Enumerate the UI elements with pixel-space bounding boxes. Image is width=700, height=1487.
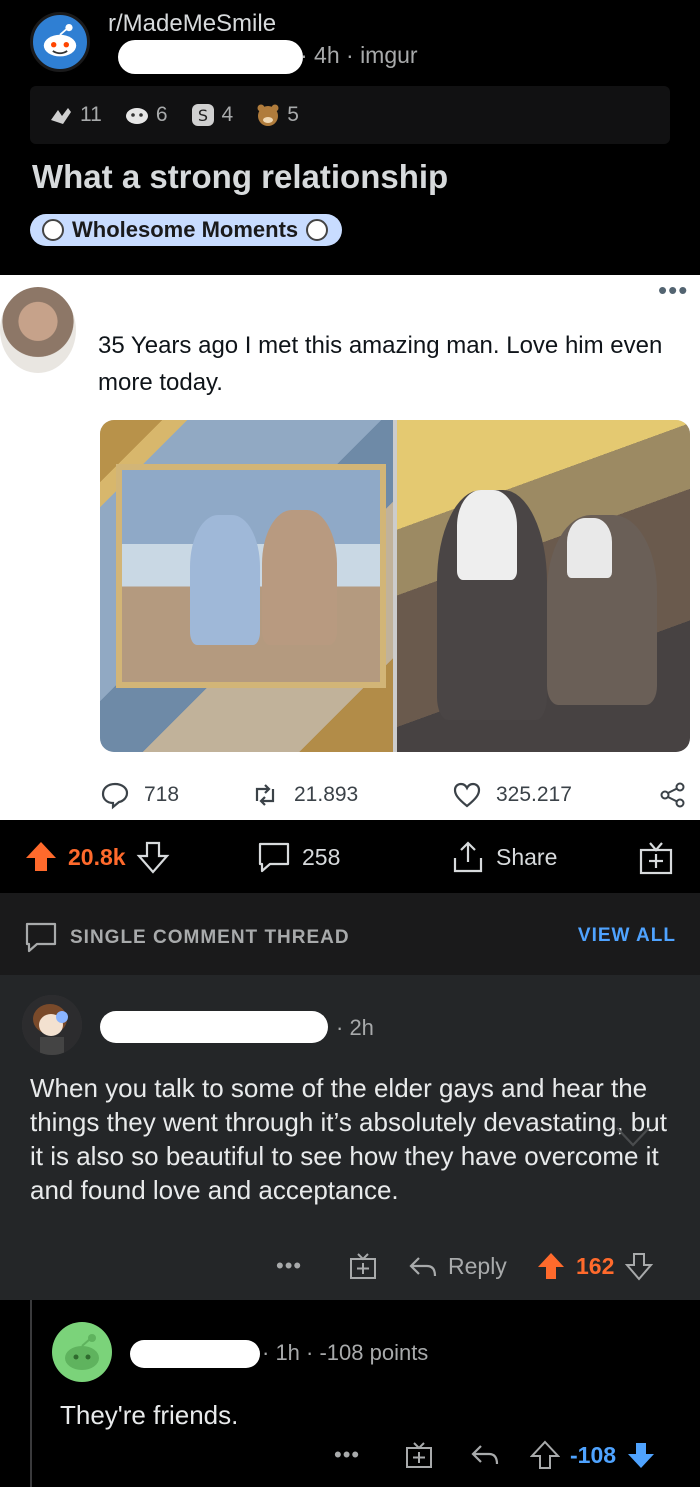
collapse-chevron-icon[interactable]	[614, 1123, 652, 1153]
redacted-username	[100, 1011, 328, 1043]
reply-button[interactable]	[470, 1442, 500, 1468]
award-button[interactable]	[638, 840, 674, 876]
redacted-username	[118, 40, 303, 74]
post-vote: 20.8k	[24, 840, 170, 874]
reply-bubble-icon	[101, 782, 129, 810]
comments-button[interactable]: 258	[256, 840, 340, 874]
post-actions-bar: 20.8k 258 Share	[0, 820, 700, 893]
redacted-tweet-author	[98, 285, 438, 311]
more-icon: •••	[276, 1253, 303, 1278]
award-bear: 5	[255, 102, 299, 128]
more-options-button[interactable]: •••	[334, 1442, 360, 1468]
tweet-text: 35 Years ago I met this amazing man. Lov…	[98, 332, 663, 396]
avatar[interactable]	[22, 995, 82, 1055]
comment-score: 162	[576, 1252, 615, 1279]
tweet-card[interactable]: ••• 35 Years ago I met this amazing man.…	[0, 275, 700, 820]
photo-now	[397, 420, 690, 752]
snoo-icon	[43, 24, 77, 57]
award-count: 11	[80, 103, 102, 126]
post-score: 20.8k	[68, 843, 126, 870]
award-hug: 11	[48, 102, 102, 128]
upvote-icon[interactable]	[530, 1440, 560, 1470]
comment-actions: ••• Reply 162	[0, 1251, 700, 1291]
comment-vote: -108	[530, 1440, 656, 1470]
comment-reply: · 1h · -108 points They're friends. ••• …	[0, 1300, 700, 1487]
award-button[interactable]	[348, 1251, 378, 1281]
share-label: Share	[496, 843, 558, 870]
more-icon[interactable]: •••	[658, 275, 688, 306]
post-meta: · 4h · imgur	[300, 42, 418, 68]
award-count: 4	[221, 103, 234, 126]
tweet-share[interactable]	[658, 780, 688, 810]
flair-label: Wholesome Moments	[72, 217, 299, 242]
post-title[interactable]: What a strong relationship	[32, 158, 448, 196]
snoo-icon	[65, 1334, 99, 1370]
photo-then	[100, 420, 393, 752]
tweet-reply[interactable]: 718	[100, 780, 179, 810]
comment-vote: 162	[536, 1251, 654, 1281]
share-button[interactable]: Share	[450, 840, 557, 874]
share-icon	[453, 841, 483, 873]
reply-arrow-icon	[471, 1445, 499, 1465]
bear-award-icon	[257, 104, 279, 126]
comment-meta: · 2h	[336, 1015, 374, 1040]
downvote-icon[interactable]	[136, 840, 170, 874]
redacted-username	[130, 1340, 260, 1368]
comment-body: They're friends.	[60, 1400, 239, 1430]
gift-icon	[350, 1253, 376, 1279]
view-all-link[interactable]: VIEW ALL	[578, 925, 676, 947]
share-nodes-icon	[660, 782, 685, 808]
comment-icon	[25, 922, 57, 953]
reply-count: 718	[144, 783, 180, 806]
reply-arrow-icon	[409, 1256, 437, 1276]
downvote-icon[interactable]	[626, 1440, 656, 1470]
gift-icon	[639, 842, 673, 875]
awards-bar[interactable]: 11 6 S 4 5	[30, 86, 670, 144]
svg-text:S: S	[197, 106, 207, 125]
downvote-icon[interactable]	[624, 1251, 654, 1281]
silver-award-icon: S	[191, 104, 214, 126]
tweet-photos[interactable]	[100, 420, 690, 752]
retweet-count: 21.893	[294, 783, 359, 806]
more-icon: •••	[334, 1442, 361, 1467]
upvote-icon[interactable]	[24, 840, 58, 874]
post-header: r/MadeMeSmile · 4h · imgur 11 6 S 4 5 Wh…	[0, 0, 700, 275]
subreddit-avatar[interactable]	[30, 12, 90, 72]
wholesome-award-icon	[125, 108, 148, 124]
like-count: 325.217	[496, 783, 572, 806]
tweet-avatar	[0, 287, 76, 373]
reply-label: Reply	[448, 1253, 507, 1279]
comment-body: When you talk to some of the elder gays …	[30, 1073, 667, 1205]
upvote-icon[interactable]	[536, 1251, 566, 1281]
heart-icon	[453, 782, 481, 808]
more-options-button[interactable]: •••	[276, 1253, 302, 1279]
thread-bar: SINGLE COMMENT THREAD VIEW ALL	[0, 893, 700, 975]
retweet-icon	[255, 784, 275, 806]
reply-button[interactable]: Reply	[408, 1253, 507, 1280]
thread-label-text: SINGLE COMMENT THREAD	[70, 927, 350, 948]
tweet-like[interactable]: 325.217	[452, 780, 572, 810]
award-count: 5	[287, 103, 299, 126]
comment-meta: · 1h · -108 points	[262, 1340, 429, 1365]
post-flair[interactable]: Wholesome Moments	[30, 214, 343, 246]
award-count: 6	[155, 103, 168, 126]
comment-actions: ••• -108	[0, 1440, 700, 1480]
hug-award-icon	[51, 108, 71, 124]
heart-eyes-icon	[42, 219, 64, 241]
gift-icon	[406, 1442, 432, 1468]
award-button[interactable]	[404, 1440, 434, 1470]
award-wholesome: 6	[124, 102, 168, 128]
smile-icon	[306, 219, 329, 241]
subreddit-name[interactable]: r/MadeMeSmile	[108, 10, 276, 38]
comment: · 2h When you talk to some of the elder …	[0, 975, 700, 1300]
tweet-retweet[interactable]: 21.893	[250, 780, 358, 810]
tweet-actions: 718 21.893 325.217	[100, 777, 690, 813]
snoovatar-icon	[22, 995, 82, 1055]
comment-icon	[258, 842, 290, 873]
comment-score: -108	[570, 1441, 617, 1468]
award-silver: S 4	[190, 102, 234, 128]
thread-label: SINGLE COMMENT THREAD	[24, 921, 350, 955]
avatar[interactable]	[52, 1322, 112, 1382]
comment-count: 258	[302, 843, 341, 870]
